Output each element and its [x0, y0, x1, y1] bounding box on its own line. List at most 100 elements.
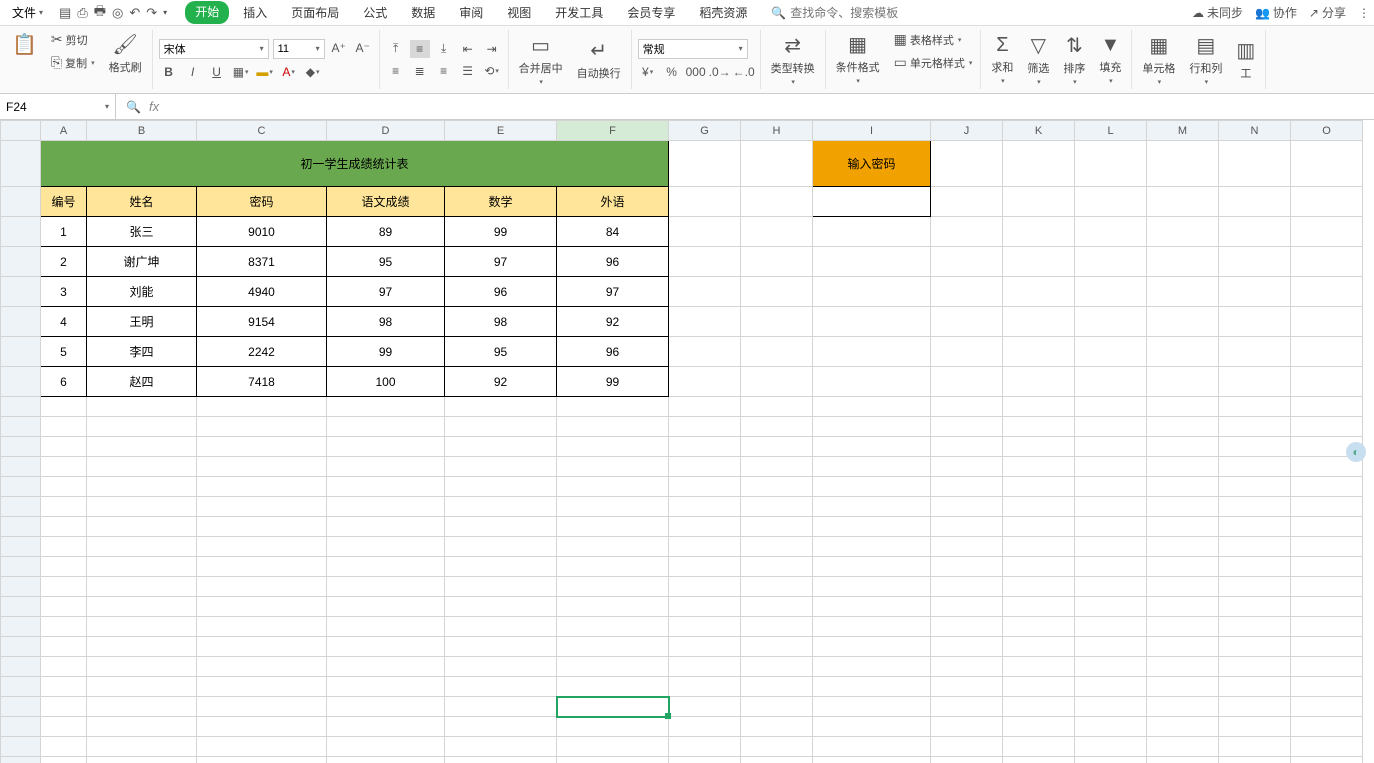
cell[interactable]: [931, 307, 1003, 337]
cell[interactable]: [1147, 307, 1219, 337]
cell[interactable]: [741, 617, 813, 637]
cell[interactable]: [741, 367, 813, 397]
cell[interactable]: [931, 217, 1003, 247]
cell[interactable]: [1147, 617, 1219, 637]
cell[interactable]: [41, 457, 87, 477]
cell[interactable]: [445, 757, 557, 763]
password-input-cell[interactable]: [813, 187, 931, 217]
cell[interactable]: [1219, 457, 1291, 477]
cell[interactable]: [41, 517, 87, 537]
cell[interactable]: [669, 247, 741, 277]
cell[interactable]: [1219, 141, 1291, 187]
font-name-select[interactable]: 宋体: [159, 39, 269, 59]
format-painter-button[interactable]: 🖌格式刷: [105, 30, 146, 89]
cell[interactable]: [1147, 717, 1219, 737]
tab-数据[interactable]: 数据: [401, 1, 445, 24]
table-header[interactable]: 编号: [41, 187, 87, 217]
cell[interactable]: [557, 617, 669, 637]
row-header[interactable]: [1, 757, 41, 763]
cell[interactable]: [197, 497, 327, 517]
cell[interactable]: [197, 757, 327, 763]
cell[interactable]: [1147, 697, 1219, 717]
cell[interactable]: [741, 141, 813, 187]
cell[interactable]: [327, 677, 445, 697]
cell[interactable]: [557, 477, 669, 497]
password-label-cell[interactable]: 输入密码: [813, 141, 931, 187]
cell[interactable]: [1075, 247, 1147, 277]
cell[interactable]: [1075, 617, 1147, 637]
cell[interactable]: [1219, 537, 1291, 557]
cell[interactable]: [445, 657, 557, 677]
cell[interactable]: [669, 141, 741, 187]
cell[interactable]: [1003, 337, 1075, 367]
cell-style-button[interactable]: ▭单元格样式: [892, 53, 975, 72]
row-header[interactable]: [1, 697, 41, 717]
col-header-O[interactable]: O: [1291, 121, 1363, 141]
cell[interactable]: [1003, 657, 1075, 677]
increase-decimal-icon[interactable]: .0→: [710, 63, 730, 81]
data-cell[interactable]: 9010: [197, 217, 327, 247]
cell[interactable]: [669, 187, 741, 217]
cell[interactable]: [327, 617, 445, 637]
cell[interactable]: [669, 537, 741, 557]
cell[interactable]: [741, 577, 813, 597]
cell[interactable]: [87, 637, 197, 657]
cell[interactable]: [445, 697, 557, 717]
cell[interactable]: [1219, 217, 1291, 247]
cell[interactable]: [1291, 417, 1363, 437]
cell[interactable]: [931, 557, 1003, 577]
number-format-select[interactable]: 常规: [638, 39, 748, 59]
cell[interactable]: [741, 717, 813, 737]
wrap-text-button[interactable]: ↵自动换行: [573, 36, 625, 83]
cell[interactable]: [1291, 477, 1363, 497]
cell[interactable]: [41, 477, 87, 497]
cell[interactable]: [1003, 517, 1075, 537]
col-header-C[interactable]: C: [197, 121, 327, 141]
row-header[interactable]: [1, 737, 41, 757]
cut-button[interactable]: ✂剪切: [49, 30, 97, 49]
cell[interactable]: [327, 457, 445, 477]
spreadsheet-grid[interactable]: ABCDEFGHIJKLMNO 初一学生成绩统计表输入密码编号姓名密码语文成绩数…: [0, 120, 1374, 763]
data-cell[interactable]: 97: [557, 277, 669, 307]
justify-icon[interactable]: ☰: [458, 62, 478, 80]
cell[interactable]: [1219, 497, 1291, 517]
cell[interactable]: [87, 517, 197, 537]
align-bottom-icon[interactable]: ⤓: [434, 40, 454, 58]
italic-button[interactable]: I: [183, 63, 203, 81]
cell[interactable]: [1003, 217, 1075, 247]
cell[interactable]: [741, 557, 813, 577]
cell[interactable]: [1075, 597, 1147, 617]
cell[interactable]: [1003, 141, 1075, 187]
cell[interactable]: [1003, 557, 1075, 577]
tab-视图[interactable]: 视图: [497, 1, 541, 24]
cell[interactable]: [1003, 737, 1075, 757]
cell[interactable]: [931, 637, 1003, 657]
cell[interactable]: [445, 477, 557, 497]
search-input[interactable]: [790, 6, 920, 20]
cell[interactable]: [557, 737, 669, 757]
cell[interactable]: [741, 597, 813, 617]
cell[interactable]: [1219, 557, 1291, 577]
cell[interactable]: [741, 497, 813, 517]
row-header[interactable]: [1, 397, 41, 417]
cell[interactable]: [1003, 187, 1075, 217]
cell[interactable]: [669, 217, 741, 247]
cell[interactable]: [931, 141, 1003, 187]
cell[interactable]: [41, 737, 87, 757]
cell[interactable]: [1147, 577, 1219, 597]
cell[interactable]: [669, 617, 741, 637]
cell[interactable]: [1003, 437, 1075, 457]
cell[interactable]: [1219, 337, 1291, 367]
cell[interactable]: [1147, 141, 1219, 187]
cell[interactable]: [1075, 557, 1147, 577]
cell[interactable]: [87, 397, 197, 417]
col-header-K[interactable]: K: [1003, 121, 1075, 141]
col-header-G[interactable]: G: [669, 121, 741, 141]
cell[interactable]: [813, 307, 931, 337]
align-top-icon[interactable]: ⤒: [386, 40, 406, 58]
data-cell[interactable]: 刘能: [87, 277, 197, 307]
cell[interactable]: [41, 757, 87, 763]
cell[interactable]: [813, 637, 931, 657]
row-header[interactable]: [1, 437, 41, 457]
cell[interactable]: [87, 577, 197, 597]
